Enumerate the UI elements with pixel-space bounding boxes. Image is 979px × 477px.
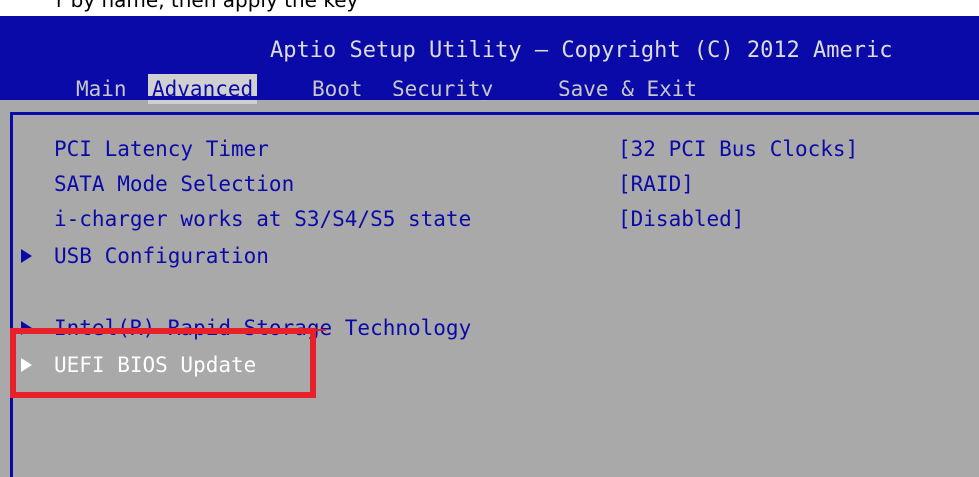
settings-panel	[10, 112, 979, 477]
bios-screen: r by name, then apply the key Aptio Setu…	[0, 0, 979, 477]
setting-value[interactable]: [RAID]	[618, 169, 694, 199]
header-divider	[0, 96, 979, 100]
top-caption-strip: r by name, then apply the key	[0, 0, 979, 16]
setting-label: SATA Mode Selection	[54, 172, 295, 196]
submenu-label: USB Configuration	[54, 244, 269, 268]
bios-title: Aptio Setup Utility – Copyright (C) 2012…	[270, 38, 893, 63]
top-caption-text: r by name, then apply the key	[56, 0, 359, 12]
setting-value[interactable]: [Disabled]	[618, 204, 744, 234]
bios-header: Aptio Setup Utility – Copyright (C) 2012…	[0, 16, 979, 104]
right-triangle-icon	[21, 249, 32, 263]
annotation-highlight-box	[10, 328, 316, 398]
setting-value[interactable]: [32 PCI Bus Clocks]	[618, 134, 858, 164]
setting-label: PCI Latency Timer	[54, 137, 269, 161]
setting-label: i-charger works at S3/S4/S5 state	[54, 207, 472, 231]
